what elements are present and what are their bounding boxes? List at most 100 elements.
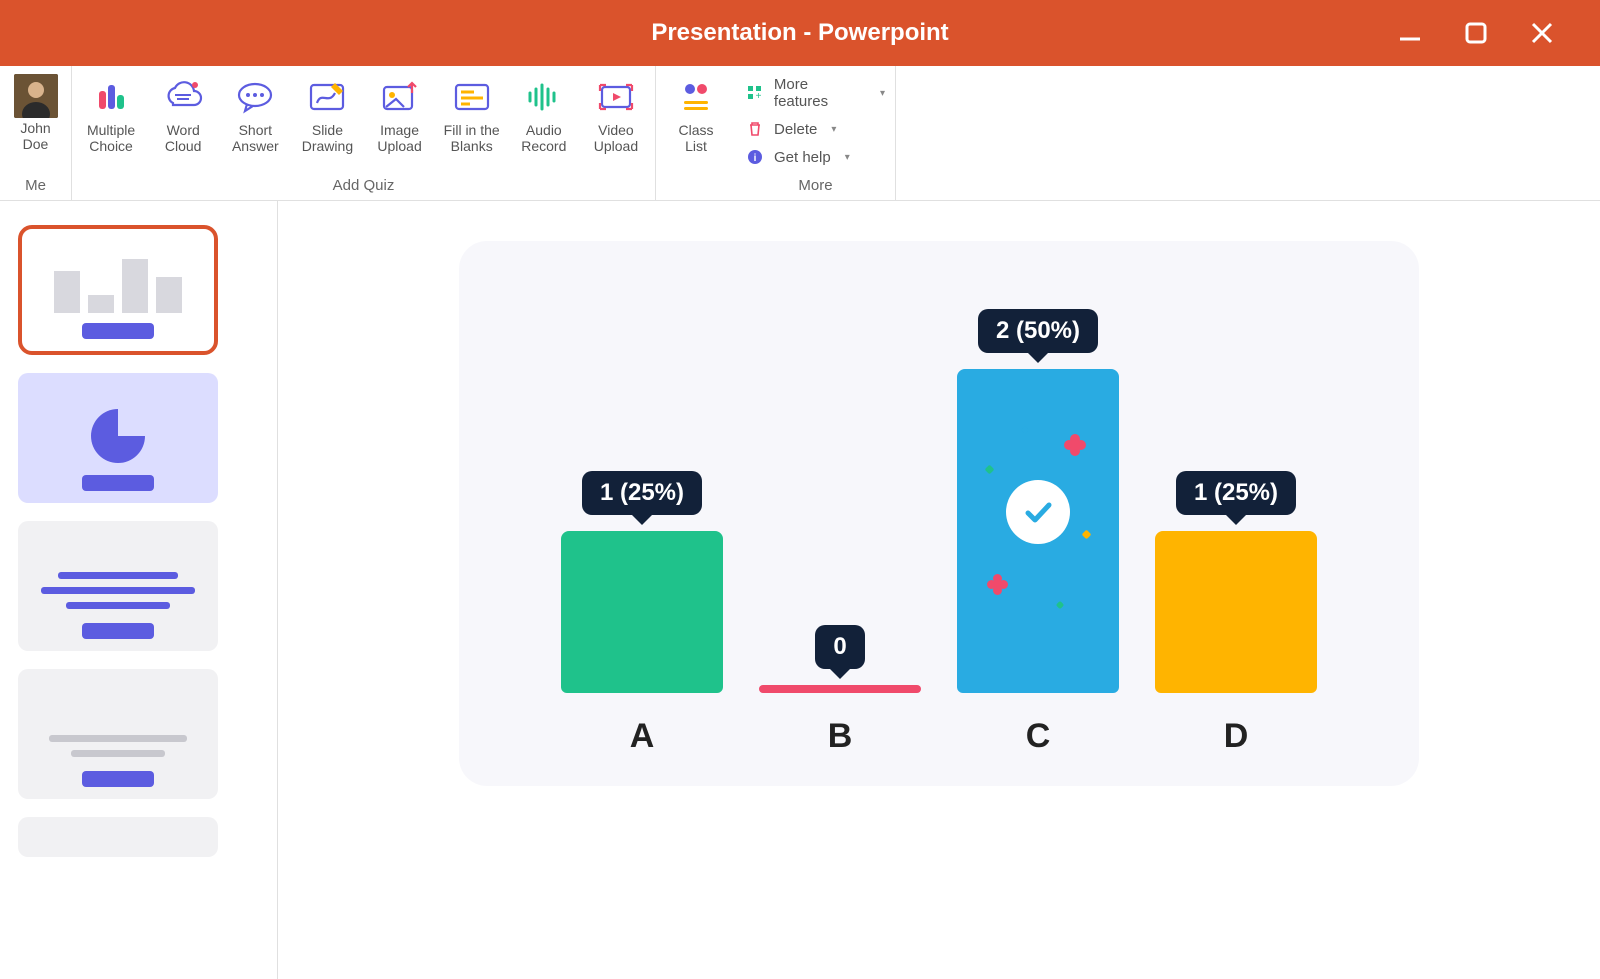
delete-button[interactable]: Delete ▾	[746, 120, 885, 138]
delete-label: Delete	[774, 121, 817, 138]
chart-column-C: 2 (50%) C	[948, 283, 1128, 756]
confetti-icon	[993, 580, 1002, 589]
confetti-icon	[1056, 601, 1064, 609]
minimize-button[interactable]	[1392, 15, 1428, 51]
ribbon-group-add-quiz-label: Add Quiz	[72, 177, 655, 194]
more-features-button[interactable]: + More features ▾	[746, 76, 885, 110]
close-icon	[1528, 19, 1556, 47]
quiz-multiple-choice[interactable]: Multiple Choice	[82, 74, 140, 154]
window-controls	[1392, 0, 1590, 66]
confetti-icon	[1070, 440, 1080, 450]
quiz-fill-blanks-label: Fill in the Blanks	[443, 122, 501, 154]
help-icon: i	[746, 148, 764, 166]
chart-bar	[759, 685, 921, 693]
ribbon-group-more-label: More	[736, 177, 895, 194]
slide-canvas-area: 1 (25%)A0B2 (50%)C1 (25%)D	[278, 201, 1600, 979]
chevron-down-icon: ▾	[831, 124, 836, 135]
chart-category-label: B	[828, 717, 853, 756]
get-help-label: Get help	[774, 149, 831, 166]
thumb-bars-icon	[54, 259, 182, 313]
ribbon: John Doe Me Multiple Choice Word Cloud	[0, 66, 1600, 201]
chart-bar	[1155, 531, 1317, 693]
image-upload-icon	[377, 74, 423, 120]
chart-value-label: 1 (25%)	[1176, 471, 1296, 515]
more-features-icon: +	[746, 84, 764, 102]
minimize-icon	[1396, 19, 1424, 47]
quiz-audio-record-label: Audio Record	[515, 122, 573, 154]
ribbon-group-me-label: Me	[0, 177, 71, 194]
quiz-video-upload-label: Video Upload	[587, 122, 645, 154]
thumb-pie-icon	[91, 409, 145, 463]
maximize-button[interactable]	[1458, 15, 1494, 51]
svg-text:i: i	[754, 153, 757, 164]
ribbon-group-class-list: Class List	[656, 66, 736, 200]
quiz-image-upload-label: Image Upload	[371, 122, 429, 154]
quiz-slide-drawing-label: Slide Drawing	[298, 122, 356, 154]
fill-blanks-icon	[449, 74, 495, 120]
chart-barwrap: 1 (25%)	[1146, 283, 1326, 693]
thumb-button-shape	[82, 475, 154, 491]
class-list-icon	[673, 74, 719, 120]
maximize-icon	[1462, 19, 1490, 47]
slide-thumbnail-panel[interactable]	[0, 201, 278, 979]
quiz-fill-blanks[interactable]: Fill in the Blanks	[443, 74, 501, 154]
short-answer-icon	[232, 74, 278, 120]
chart-value-label: 1 (25%)	[582, 471, 702, 515]
quiz-short-answer-label: Short Answer	[226, 122, 284, 154]
quiz-short-answer[interactable]: Short Answer	[226, 74, 284, 154]
quiz-audio-record[interactable]: Audio Record	[515, 74, 573, 154]
close-button[interactable]	[1524, 15, 1560, 51]
word-cloud-icon	[160, 74, 206, 120]
thumb-button-shape	[82, 623, 154, 639]
chevron-down-icon: ▾	[880, 88, 885, 99]
user-profile[interactable]: John Doe	[10, 74, 61, 152]
more-features-label: More features	[774, 76, 866, 110]
thumb-lines-icon	[32, 572, 204, 609]
chart-bar	[561, 531, 723, 693]
slide-thumbnail-3[interactable]	[18, 521, 218, 651]
trash-icon	[746, 120, 764, 138]
slide[interactable]: 1 (25%)A0B2 (50%)C1 (25%)D	[459, 241, 1419, 786]
confetti-icon	[1082, 530, 1092, 540]
multiple-choice-icon	[88, 74, 134, 120]
chart-category-label: A	[630, 717, 655, 756]
chart-column-D: 1 (25%) D	[1146, 283, 1326, 756]
chart-value-label: 0	[815, 625, 864, 669]
chart-category-label: D	[1224, 717, 1249, 756]
class-list-button[interactable]: Class List	[666, 74, 726, 154]
chevron-down-icon: ▾	[845, 152, 850, 163]
chart-category-label: C	[1026, 717, 1051, 756]
confetti-icon	[1021, 426, 1029, 434]
chart-value-label: 2 (50%)	[978, 309, 1098, 353]
audio-record-icon	[521, 74, 567, 120]
chart-bar	[957, 369, 1119, 693]
slide-thumbnail-1[interactable]	[18, 225, 218, 355]
quiz-word-cloud-label: Word Cloud	[154, 122, 212, 154]
correct-check-icon	[1006, 480, 1070, 544]
quiz-video-upload[interactable]: Video Upload	[587, 74, 645, 154]
confetti-icon	[985, 465, 995, 475]
app-title: Presentation - Powerpoint	[651, 19, 948, 47]
chart-barwrap: 0	[750, 283, 930, 693]
class-list-label: Class List	[666, 122, 726, 154]
user-name: John Doe	[10, 120, 61, 152]
ribbon-group-add-quiz: Multiple Choice Word Cloud Short Answer …	[72, 66, 656, 200]
thumb-button-shape	[82, 771, 154, 787]
thumb-button-shape	[82, 323, 154, 339]
video-upload-icon	[593, 74, 639, 120]
quiz-multiple-choice-label: Multiple Choice	[82, 122, 140, 154]
quiz-image-upload[interactable]: Image Upload	[371, 74, 429, 154]
ribbon-group-me: John Doe Me	[0, 66, 72, 200]
slide-thumbnail-2[interactable]	[18, 373, 218, 503]
chart-column-B: 0B	[750, 283, 930, 756]
slide-thumbnail-4[interactable]	[18, 669, 218, 799]
avatar	[14, 74, 58, 118]
slide-drawing-icon	[304, 74, 350, 120]
ribbon-group-more: + More features ▾ Delete ▾ i Get help ▾ …	[736, 66, 896, 200]
get-help-button[interactable]: i Get help ▾	[746, 148, 885, 166]
thumb-lines-icon	[32, 735, 204, 757]
slide-thumbnail-5[interactable]	[18, 817, 218, 857]
chart-barwrap: 2 (50%)	[948, 283, 1128, 693]
quiz-word-cloud[interactable]: Word Cloud	[154, 74, 212, 154]
quiz-slide-drawing[interactable]: Slide Drawing	[298, 74, 356, 154]
